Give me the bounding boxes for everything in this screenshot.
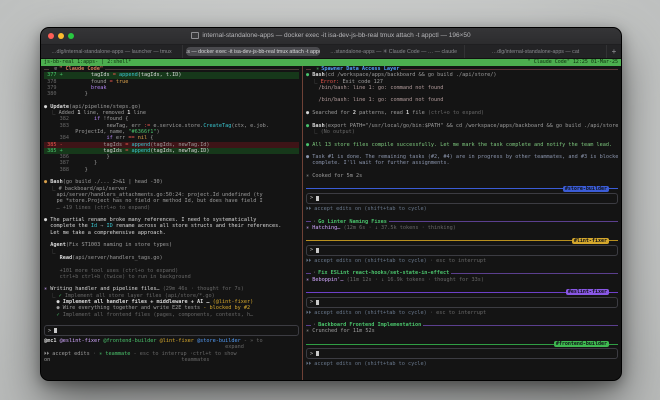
tmux-panes: ⊘" Claude Code" 377 + tagIds = append(ta…	[41, 66, 621, 381]
right-pane-agent-sessions[interactable]: ✳Spawner Data Access Layer● Bash(cd /wor…	[303, 66, 621, 381]
separator-line	[401, 69, 618, 70]
separator-line	[105, 69, 299, 70]
prompt-input[interactable]: >	[306, 245, 618, 256]
separator-line	[306, 292, 566, 293]
separator-line	[306, 240, 572, 241]
prompt-input[interactable]: >	[306, 297, 618, 308]
tmux-status-bar: js-bb-real 1:apps- | 2:shell* " Claude C…	[41, 59, 621, 66]
tab-3[interactable]: …standalone-apps — ✳ Claude Code — … — c…	[323, 45, 465, 58]
prompt-input[interactable]: >	[306, 348, 618, 359]
separator-line	[306, 344, 554, 345]
tmux-session-windows[interactable]: js-bb-real 1:apps- | 2:shell*	[44, 59, 131, 66]
separator-line	[609, 240, 618, 241]
prompt-chevron: >	[310, 195, 313, 201]
agent-separator: #lint-fixer	[306, 237, 618, 243]
new-tab-button[interactable]: +	[607, 45, 621, 58]
pane-title-icon: ⊘	[49, 66, 57, 72]
separator-line	[451, 273, 618, 274]
tmux-clock: " Claude Code" 12:25 01-Mar-25	[528, 59, 618, 66]
separator-line	[609, 292, 618, 293]
pane-title: " Claude Code"	[57, 66, 105, 72]
terminal-window: internal-standalone-apps — docker exec -…	[40, 27, 622, 381]
tab-4[interactable]: …dlg/internal-standalone-apps — cat	[465, 45, 607, 58]
prompt-chevron: >	[310, 247, 313, 253]
text-cursor	[316, 196, 319, 201]
terminal-line: ⏵⏵ accept edits on (shift+tab to cycle)	[306, 361, 618, 367]
prompt-input[interactable]: >	[44, 325, 299, 336]
terminal-line: ● All 13 store files compile successfull…	[306, 142, 618, 148]
prompt-chevron: >	[310, 351, 313, 357]
terminal-line	[44, 318, 299, 324]
separator-line	[389, 221, 618, 222]
left-pane-claude-code[interactable]: ⊘" Claude Code" 377 + tagIds = append(ta…	[41, 66, 302, 381]
agent-badge[interactable]: #eslint-fixer	[566, 289, 609, 295]
agent-separator: #store-builder	[306, 186, 618, 192]
tab-1[interactable]: …dlg/internal-standalone-apps — launcher…	[41, 45, 183, 58]
prompt-input[interactable]: >	[306, 193, 618, 204]
prompt-chevron: >	[310, 299, 313, 305]
window-title: internal-standalone-apps — docker exec -…	[41, 32, 621, 39]
pane-title-icon: ✳	[311, 66, 319, 72]
terminal-line: on teammates	[44, 357, 299, 363]
session-title: Backboard Frontend Implementation	[316, 322, 423, 328]
agent-badge[interactable]: #lint-fixer	[572, 238, 609, 244]
agent-separator: #eslint-fixer	[306, 289, 618, 295]
title-bar[interactable]: internal-standalone-apps — docker exec -…	[41, 28, 621, 45]
separator-line	[423, 325, 618, 326]
terminal-icon	[191, 32, 199, 39]
text-cursor	[54, 328, 57, 333]
text-cursor	[316, 248, 319, 253]
separator-line	[609, 188, 618, 189]
agent-badge[interactable]: #frontend-builder	[554, 341, 609, 347]
session-title: Fix ESLint react-hooks/set-state-in-effe…	[316, 270, 451, 276]
pane-title: Spawner Data Access Layer	[319, 66, 401, 72]
agent-badge[interactable]: #store-builder	[563, 186, 609, 192]
tab-2[interactable]: …s — docker exec -it isa-dev-js-bb-real …	[186, 47, 320, 56]
tab-bar: …dlg/internal-standalone-apps — launcher…	[41, 45, 621, 59]
prompt-chevron: >	[48, 328, 51, 334]
session-title: Go Linter Naming Fixes	[316, 219, 389, 225]
text-cursor	[316, 351, 319, 356]
text-cursor	[316, 300, 319, 305]
separator-line	[306, 188, 563, 189]
agent-separator: #frontend-builder	[306, 341, 618, 347]
separator-line	[609, 344, 618, 345]
